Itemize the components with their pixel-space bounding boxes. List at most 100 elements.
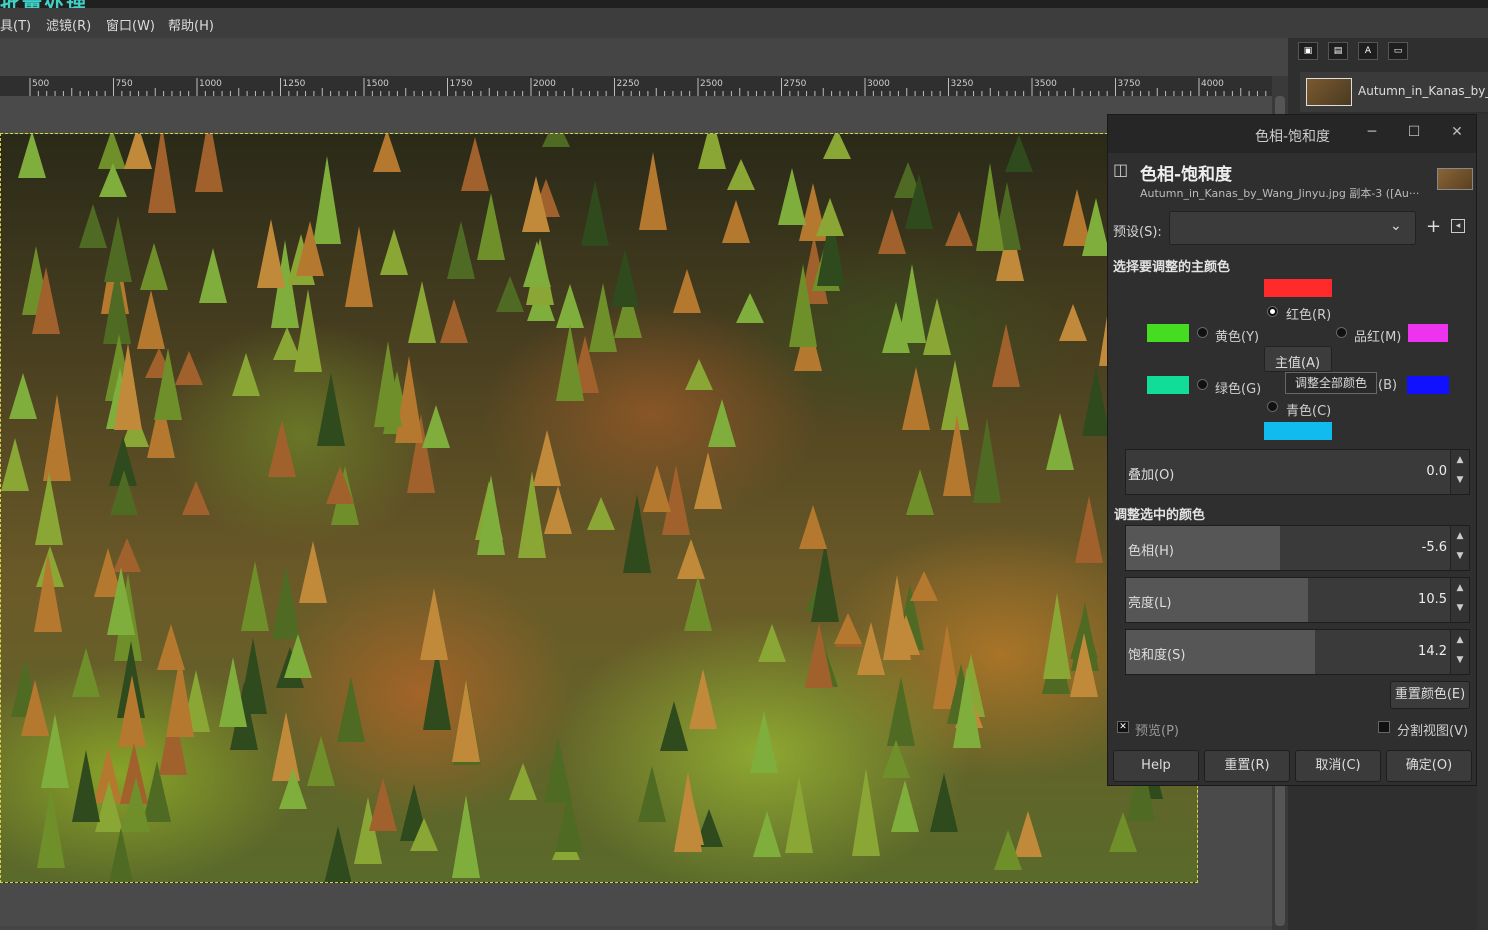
tree-shape (284, 634, 313, 679)
tree-shape (543, 485, 572, 534)
tree-shape (42, 394, 71, 482)
overlap-value: 0.0 (1426, 464, 1447, 479)
tree-shape (972, 417, 1001, 503)
hue-stepper[interactable]: ▲ ▼ (1450, 526, 1469, 570)
tree-shape (1081, 365, 1110, 436)
tree-shape (232, 352, 261, 396)
dialog-window-title: 色相-饱和度 (1255, 129, 1331, 145)
layers-tab-icon[interactable]: ▣ (1298, 42, 1318, 60)
tree-shape (902, 366, 931, 430)
ruler-tick-label: 2750 (784, 79, 807, 89)
tree-shape (587, 497, 616, 531)
ruler-tick-label: 2250 (617, 79, 640, 89)
add-preset-icon[interactable]: + (1426, 216, 1441, 237)
dock-edge (1477, 114, 1488, 930)
preview-checkbox[interactable]: ✕ (1117, 721, 1129, 733)
blue-swatch (1407, 376, 1449, 394)
lightness-slider[interactable]: 亮度(L) 10.5 ▲ ▼ (1125, 577, 1470, 623)
cyan-swatch (1264, 422, 1332, 440)
cyan-radio[interactable] (1267, 401, 1278, 412)
tree-shape (660, 700, 689, 751)
text-tab-icon[interactable]: A (1358, 42, 1378, 60)
tree-shape (822, 134, 851, 160)
ruler-tick-label: 500 (32, 79, 49, 89)
tree-shape (676, 787, 705, 846)
ruler-tick-label: 4000 (1201, 79, 1224, 89)
tree-shape (139, 243, 168, 291)
maximize-icon[interactable]: ☐ (1404, 124, 1424, 140)
menu-filters[interactable]: 滤镜(R) (46, 15, 91, 34)
tree-shape (852, 768, 881, 857)
yellow-radio[interactable] (1197, 327, 1208, 338)
ok-button[interactable]: 确定(O) (1386, 750, 1472, 782)
channels-tab-icon[interactable]: ▤ (1328, 42, 1348, 60)
reset-button[interactable]: 重置(R) (1204, 750, 1290, 782)
tree-shape (643, 465, 672, 513)
cancel-button[interactable]: 取消(C) (1295, 750, 1381, 782)
tree-shape (165, 655, 194, 738)
tree-shape (477, 474, 506, 555)
layer-thumbnail (1306, 78, 1352, 106)
minimize-icon[interactable]: ─ (1362, 124, 1382, 140)
tree-shape (154, 348, 183, 421)
hue-slider[interactable]: 色相(H) -5.6 ▲ ▼ (1125, 525, 1470, 571)
hue-value: -5.6 (1421, 540, 1447, 555)
horizontal-ruler: 500 750 1000 1250 1500 1750 2000 2250 2500 2750 30… (0, 76, 1272, 97)
tree-shape (685, 358, 714, 390)
chevron-down-icon[interactable]: ⌄ (1390, 218, 1402, 234)
master-button[interactable]: 主值(A) (1264, 346, 1332, 372)
tree-shape (326, 465, 355, 504)
tree-shape (124, 134, 153, 170)
close-icon[interactable]: ✕ (1447, 124, 1467, 140)
tree-shape (708, 398, 737, 447)
tree-shape (40, 713, 69, 788)
tree-shape (137, 289, 166, 349)
tree-shape (881, 739, 910, 778)
saturation-slider[interactable]: 饱和度(S) 14.2 ▲ ▼ (1125, 629, 1470, 675)
tree-shape (811, 542, 840, 623)
tree-shape (542, 134, 571, 147)
tree-shape (904, 174, 933, 230)
green-radio[interactable] (1197, 379, 1208, 390)
preset-menu-icon[interactable]: ◂ (1451, 219, 1465, 233)
tree-shape (114, 342, 143, 430)
tree-shape (373, 340, 402, 427)
paths-tab-icon[interactable]: ▭ (1388, 42, 1408, 60)
ruler-tick-label: 3000 (867, 79, 890, 89)
tree-shape (195, 134, 224, 192)
tree-shape (815, 197, 844, 236)
overlap-stepper[interactable]: ▲ ▼ (1450, 450, 1469, 494)
saturation-value: 14.2 (1418, 644, 1447, 659)
menu-help[interactable]: 帮助(H) (168, 15, 214, 34)
help-button[interactable]: Help (1113, 750, 1199, 782)
magenta-label: 品红(M) (1354, 330, 1402, 345)
tree-shape (71, 750, 100, 823)
red-radio[interactable] (1267, 306, 1278, 317)
tree-shape (721, 199, 750, 243)
menu-windows[interactable]: 窗口(W) (106, 15, 155, 34)
window-title-fragment: 批量处理 (0, 0, 88, 8)
tree-shape (1042, 593, 1071, 680)
overlap-spinner[interactable]: 叠加(O) 0.0 ▲ ▼ (1125, 449, 1470, 495)
split-view-checkbox[interactable] (1378, 721, 1390, 733)
menu-tools[interactable]: 具(T) (0, 15, 31, 34)
saturation-stepper[interactable]: ▲ ▼ (1450, 630, 1469, 674)
preset-select[interactable] (1169, 211, 1416, 245)
tree-shape (688, 669, 717, 730)
ruler-tick-label: 1750 (450, 79, 473, 89)
tree-shape (672, 269, 701, 314)
saturation-label: 饱和度(S) (1128, 648, 1186, 663)
tree-shape (439, 298, 468, 343)
tree-shape (79, 203, 108, 248)
tree-shape (368, 778, 397, 832)
image-canvas[interactable] (0, 133, 1198, 883)
magenta-radio[interactable] (1336, 327, 1347, 338)
reset-color-button[interactable]: 重置颜色(E) (1390, 681, 1470, 709)
tree-shape (991, 324, 1020, 388)
zoom-navigate-icon[interactable] (1272, 76, 1288, 96)
ruler-ticks: 500 750 1000 1250 1500 1750 2000 2250 2500 2750 30… (29, 78, 1267, 96)
tree-shape (181, 481, 210, 516)
tree-shape (256, 218, 285, 288)
lightness-stepper[interactable]: ▲ ▼ (1450, 578, 1469, 622)
dialog-header-subtitle: Autumn_in_Kanas_by_Wang_Jinyu.jpg 副本-3 (… (1140, 187, 1420, 200)
